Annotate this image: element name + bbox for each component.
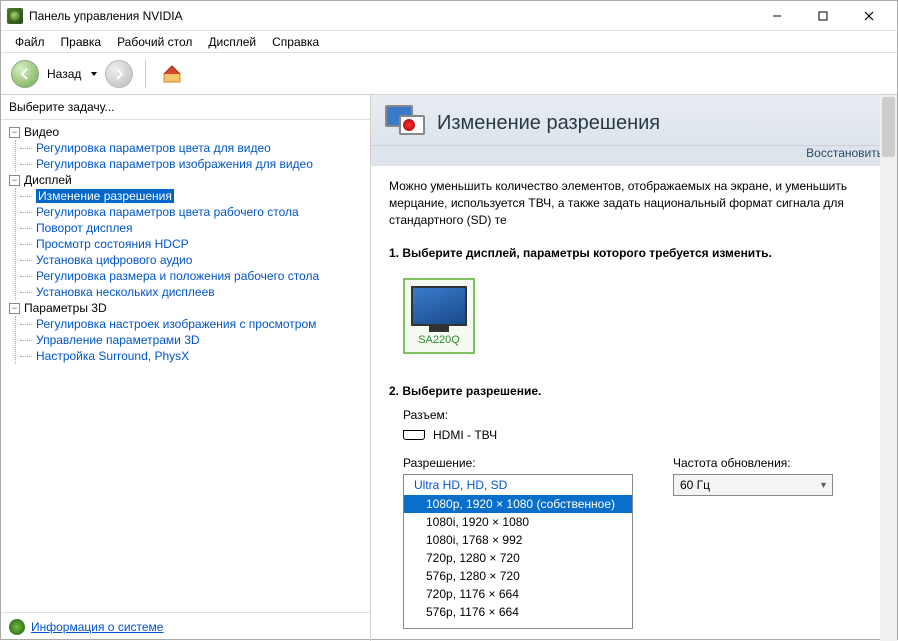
- content-scrollbar[interactable]: [880, 95, 897, 641]
- tree-item[interactable]: Регулировка параметров изображения для в…: [20, 156, 370, 172]
- tree-group-3d: − Параметры 3D Регулировка настроек изоб…: [1, 300, 370, 364]
- forward-button[interactable]: [105, 60, 133, 88]
- tree-group-header[interactable]: − Дисплей: [1, 172, 370, 188]
- content-pane: Изменение разрешения Восстановить Можно …: [371, 95, 897, 641]
- tree-group-video: − Видео Регулировка параметров цвета для…: [1, 124, 370, 172]
- connector-value: HDMI - ТВЧ: [433, 428, 497, 442]
- window-title: Панель управления NVIDIA: [29, 9, 755, 23]
- back-dropdown[interactable]: [89, 69, 99, 79]
- resolution-option[interactable]: 1080i, 1768 × 992: [404, 531, 632, 549]
- collapse-icon[interactable]: −: [9, 303, 20, 314]
- tree-item[interactable]: Установка цифрового аудио: [20, 252, 370, 268]
- task-tree: − Видео Регулировка параметров цвета для…: [1, 120, 370, 612]
- resolution-option[interactable]: 1080i, 1920 × 1080: [404, 513, 632, 531]
- main: Выберите задачу... − Видео Регулировка п…: [1, 95, 897, 641]
- window-controls: [755, 2, 891, 30]
- tree-item[interactable]: Настройка Surround, PhysX: [20, 348, 370, 364]
- tree-item[interactable]: Просмотр состояния HDCP: [20, 236, 370, 252]
- step2-title: 2. Выберите разрешение.: [389, 384, 879, 398]
- close-button[interactable]: [847, 2, 891, 30]
- resolution-label: Разрешение:: [403, 456, 633, 470]
- tree-item[interactable]: Регулировка параметров цвета рабочего ст…: [20, 204, 370, 220]
- display-name: SA220Q: [411, 334, 467, 346]
- menubar: Файл Правка Рабочий стол Дисплей Справка: [1, 31, 897, 53]
- tree-item[interactable]: Установка нескольких дисплеев: [20, 284, 370, 300]
- resolution-option[interactable]: 576p, 1280 × 720: [404, 567, 632, 585]
- titlebar: Панель управления NVIDIA: [1, 1, 897, 31]
- menu-edit[interactable]: Правка: [53, 33, 110, 51]
- system-info-icon: [9, 619, 25, 635]
- sidebar: Выберите задачу... − Видео Регулировка п…: [1, 95, 371, 641]
- collapse-icon[interactable]: −: [9, 127, 20, 138]
- sidebar-footer: Информация о системе: [1, 612, 370, 641]
- tree-group-header[interactable]: − Видео: [1, 124, 370, 140]
- system-info-link[interactable]: Информация о системе: [31, 620, 163, 634]
- back-button[interactable]: [11, 60, 39, 88]
- sidebar-title: Выберите задачу...: [1, 95, 370, 120]
- resolution-listbox[interactable]: Ultra HD, HD, SD 1080p, 1920 × 1080 (соб…: [403, 474, 633, 629]
- tree-group-label: Дисплей: [24, 173, 72, 187]
- refresh-dropdown[interactable]: 60 Гц ▾: [673, 474, 833, 496]
- menu-display[interactable]: Дисплей: [200, 33, 264, 51]
- collapse-icon[interactable]: −: [9, 175, 20, 186]
- tree-item[interactable]: Регулировка размера и положения рабочего…: [20, 268, 370, 284]
- tree-item-change-resolution[interactable]: Изменение разрешения: [20, 188, 370, 204]
- toolbar-separator: [145, 60, 146, 88]
- restore-row: Восстановить: [371, 146, 897, 166]
- tree-item[interactable]: Управление параметрами 3D: [20, 332, 370, 348]
- connector-label: Разъем:: [403, 408, 448, 422]
- hdmi-icon: [403, 430, 425, 440]
- refresh-value: 60 Гц: [680, 478, 710, 492]
- resolution-icon: [385, 105, 427, 141]
- page-title: Изменение разрешения: [437, 112, 883, 135]
- maximize-button[interactable]: [801, 2, 845, 30]
- toolbar: Назад: [1, 53, 897, 95]
- tree-item[interactable]: Регулировка настроек изображения с просм…: [20, 316, 370, 332]
- step1-title: 1. Выберите дисплей, параметры которого …: [389, 246, 879, 260]
- back-label: Назад: [47, 67, 81, 81]
- content-body: Можно уменьшить количество элементов, от…: [371, 166, 897, 641]
- resolution-option[interactable]: 576p, 1176 × 664: [404, 603, 632, 621]
- refresh-label: Частота обновления:: [673, 456, 833, 470]
- tree-group-label: Видео: [24, 125, 59, 139]
- app-icon: [7, 8, 23, 24]
- tree-item[interactable]: Поворот дисплея: [20, 220, 370, 236]
- tree-group-header[interactable]: − Параметры 3D: [1, 300, 370, 316]
- home-button[interactable]: [158, 60, 186, 88]
- tree-group-display: − Дисплей Изменение разрешения Регулиров…: [1, 172, 370, 300]
- restore-link[interactable]: Восстановить: [806, 146, 883, 160]
- tree-item[interactable]: Регулировка параметров цвета для видео: [20, 140, 370, 156]
- resolution-group: Ultra HD, HD, SD: [404, 475, 632, 495]
- monitor-icon: [411, 286, 467, 326]
- menu-help[interactable]: Справка: [264, 33, 327, 51]
- content-header: Изменение разрешения: [371, 95, 897, 146]
- menu-desktop[interactable]: Рабочий стол: [109, 33, 200, 51]
- resolution-option[interactable]: 720p, 1280 × 720: [404, 549, 632, 567]
- minimize-button[interactable]: [755, 2, 799, 30]
- resolution-option[interactable]: 720p, 1176 × 664: [404, 585, 632, 603]
- chevron-down-icon: ▾: [821, 480, 826, 491]
- display-tile[interactable]: SA220Q: [403, 278, 475, 354]
- menu-file[interactable]: Файл: [7, 33, 53, 51]
- scrollbar-thumb[interactable]: [882, 97, 895, 157]
- tree-group-label: Параметры 3D: [24, 301, 107, 315]
- resolution-option[interactable]: 1080p, 1920 × 1080 (собственное): [404, 495, 632, 513]
- page-description: Можно уменьшить количество элементов, от…: [389, 178, 879, 228]
